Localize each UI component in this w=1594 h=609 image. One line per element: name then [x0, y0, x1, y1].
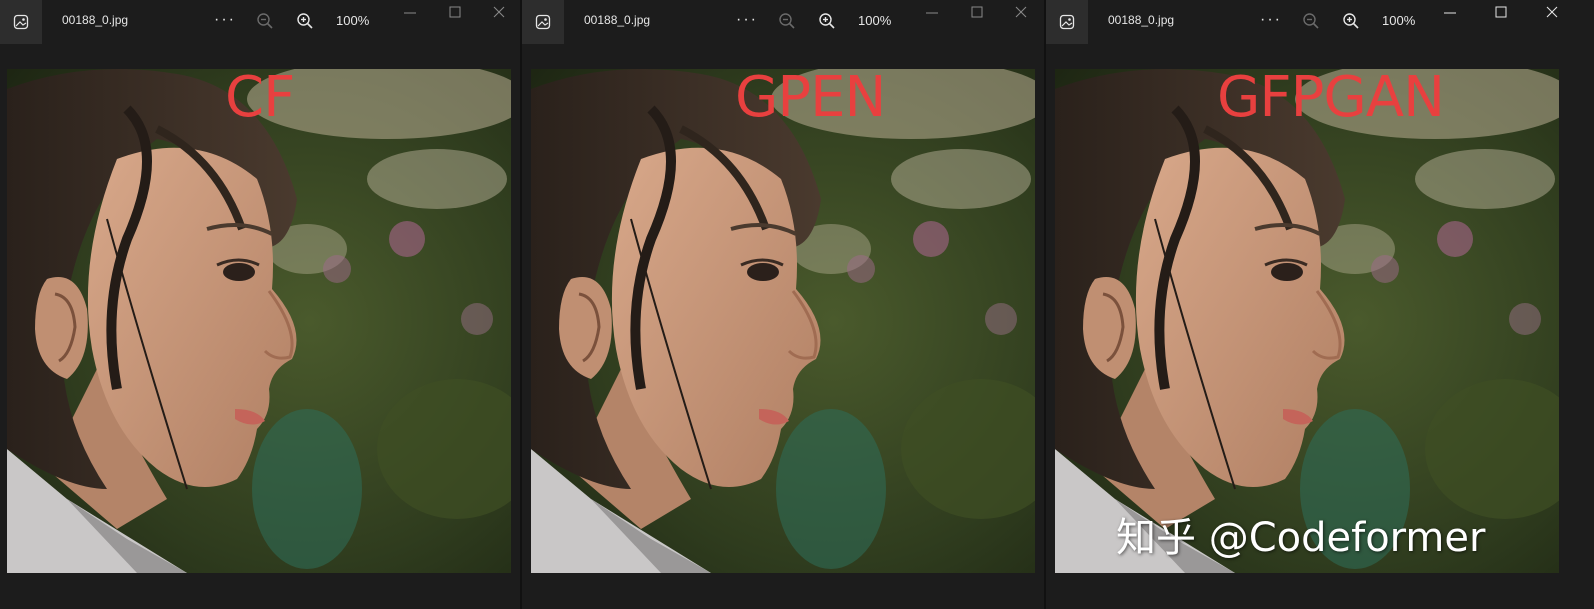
method-label: CF [225, 65, 295, 130]
portrait-image [7, 69, 511, 573]
photos-app-icon [1059, 14, 1075, 30]
photos-app-button[interactable] [1046, 0, 1088, 44]
title-bar: 00188_0.jpg ··· 100% [1046, 0, 1594, 44]
photo-viewer-window-2: 00188_0.jpg ··· 100% GPEN [522, 0, 1044, 609]
minimize-icon[interactable] [400, 4, 420, 20]
photos-app-icon [13, 14, 29, 30]
zoom-out-icon[interactable] [1302, 12, 1320, 30]
title-bar: 00188_0.jpg ··· 100% [522, 0, 1044, 44]
maximize-icon[interactable] [1492, 4, 1510, 20]
zoom-in-icon[interactable] [818, 12, 836, 30]
photo-canvas[interactable] [7, 69, 511, 573]
zoom-level[interactable]: 100% [1382, 13, 1415, 28]
close-icon[interactable] [490, 3, 508, 21]
file-name: 00188_0.jpg [584, 13, 651, 27]
photos-app-button[interactable] [522, 0, 564, 44]
minimize-icon[interactable] [922, 4, 942, 20]
zoom-out-icon[interactable] [778, 12, 796, 30]
maximize-icon[interactable] [446, 4, 464, 20]
more-options-button[interactable]: ··· [214, 9, 236, 33]
method-label: GFPGAN [1217, 65, 1445, 130]
zoom-in-icon[interactable] [1342, 12, 1360, 30]
file-name: 00188_0.jpg [1108, 13, 1175, 27]
title-bar: 00188_0.jpg ··· 100% [0, 0, 520, 44]
photo-canvas[interactable] [531, 69, 1035, 573]
watermark-text: 知乎 @Codeformer [1116, 515, 1486, 561]
photo-canvas[interactable] [1055, 69, 1559, 573]
close-icon[interactable] [1012, 3, 1030, 21]
photos-app-icon [535, 14, 551, 30]
more-options-button[interactable]: ··· [1260, 9, 1282, 33]
zoom-out-icon[interactable] [256, 12, 274, 30]
maximize-icon[interactable] [968, 4, 986, 20]
minimize-icon[interactable] [1440, 4, 1460, 20]
method-label: GPEN [735, 65, 886, 130]
photo-viewer-window-1: 00188_0.jpg ··· 100% CF [0, 0, 520, 609]
zoom-level[interactable]: 100% [858, 13, 891, 28]
zoom-in-icon[interactable] [296, 12, 314, 30]
close-icon[interactable] [1543, 3, 1561, 21]
file-name: 00188_0.jpg [62, 13, 129, 27]
photo-viewer-window-3: 00188_0.jpg ··· 100% GFPGAN 知乎 @Codeform… [1046, 0, 1594, 609]
zoom-level[interactable]: 100% [336, 13, 369, 28]
portrait-image [1055, 69, 1559, 573]
photos-app-button[interactable] [0, 0, 42, 44]
portrait-image [531, 69, 1035, 573]
more-options-button[interactable]: ··· [736, 9, 758, 33]
